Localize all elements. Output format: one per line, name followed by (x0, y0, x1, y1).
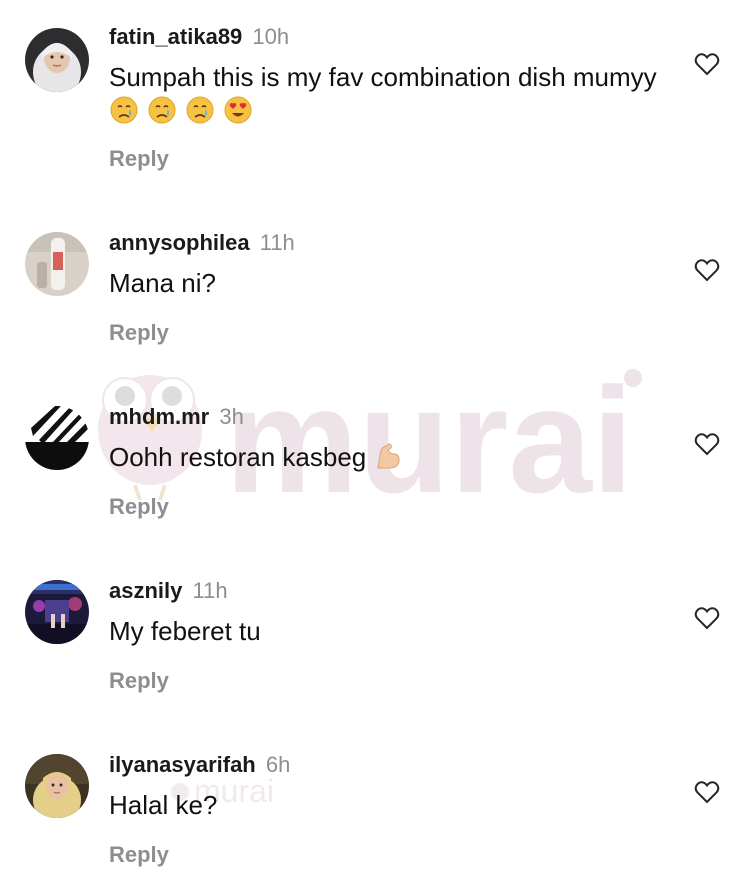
crying-face-icon (147, 95, 177, 125)
avatar[interactable] (25, 580, 89, 644)
comment-meta: fatin_atika89 10h (109, 24, 289, 50)
like-button[interactable] (694, 52, 720, 76)
heart-outline-icon (694, 433, 720, 456)
reply-button[interactable]: Reply (109, 842, 169, 868)
svg-text:murai: murai (225, 360, 633, 510)
reply-button[interactable]: Reply (109, 494, 169, 520)
crying-face-icon (185, 95, 215, 125)
comment-meta: asznily 11h (109, 578, 228, 604)
like-button[interactable] (694, 606, 720, 630)
timestamp: 6h (265, 752, 291, 777)
avatar[interactable] (25, 232, 89, 296)
comment-text: My feberet tu (109, 614, 669, 648)
comment-text: Halal ke? (109, 788, 669, 822)
username[interactable]: fatin_atika89 (109, 24, 242, 49)
comment-body: My feberet tu (109, 616, 261, 646)
avatar[interactable] (25, 406, 89, 470)
comment-text: Oohh restoran kasbeg (109, 440, 669, 474)
murai-watermark: murai (98, 360, 642, 510)
heart-outline-icon (694, 53, 720, 76)
reply-button[interactable]: Reply (109, 146, 169, 172)
comment-meta: annysophilea 11h (109, 230, 295, 256)
reply-button[interactable]: Reply (109, 320, 169, 346)
like-button[interactable] (694, 258, 720, 282)
owl-mascot-icon (98, 375, 202, 501)
comment-body: Oohh restoran kasbeg (109, 442, 367, 472)
heart-outline-icon (694, 607, 720, 630)
comment-meta: ilyanasyarifah 6h (109, 752, 290, 778)
comment-body: Sumpah this is my fav combination dish m… (109, 62, 657, 92)
hijab-girl-avatar-icon (25, 754, 89, 818)
avatar[interactable] (25, 28, 89, 92)
heart-eyes-face-icon (223, 95, 253, 125)
zebra-pattern-avatar-icon (25, 406, 89, 470)
concert-stage-avatar-icon (25, 580, 89, 644)
comment-body: Mana ni? (109, 268, 216, 298)
username[interactable]: ilyanasyarifah (109, 752, 256, 777)
hijab-woman-avatar-icon (25, 28, 89, 92)
crying-face-icon (109, 95, 139, 125)
like-button[interactable] (694, 780, 720, 804)
bottle-avatar-icon (25, 232, 89, 296)
like-button[interactable] (694, 432, 720, 456)
username[interactable]: asznily (109, 578, 182, 603)
comment-meta: mhdm.mr 3h (109, 404, 244, 430)
comment-body: Halal ke? (109, 790, 218, 820)
comment-text: Sumpah this is my fav combination dish m… (109, 60, 669, 128)
timestamp: 11h (259, 230, 295, 255)
timestamp: 11h (192, 578, 228, 603)
timestamp: 3h (219, 404, 244, 429)
heart-outline-icon (694, 781, 720, 804)
timestamp: 10h (252, 24, 290, 49)
avatar[interactable] (25, 754, 89, 818)
username[interactable]: mhdm.mr (109, 404, 209, 429)
heart-outline-icon (694, 259, 720, 282)
comment-text: Mana ni? (109, 266, 669, 300)
reply-button[interactable]: Reply (109, 668, 169, 694)
username[interactable]: annysophilea (109, 230, 250, 255)
flexed-biceps-icon (372, 440, 402, 470)
